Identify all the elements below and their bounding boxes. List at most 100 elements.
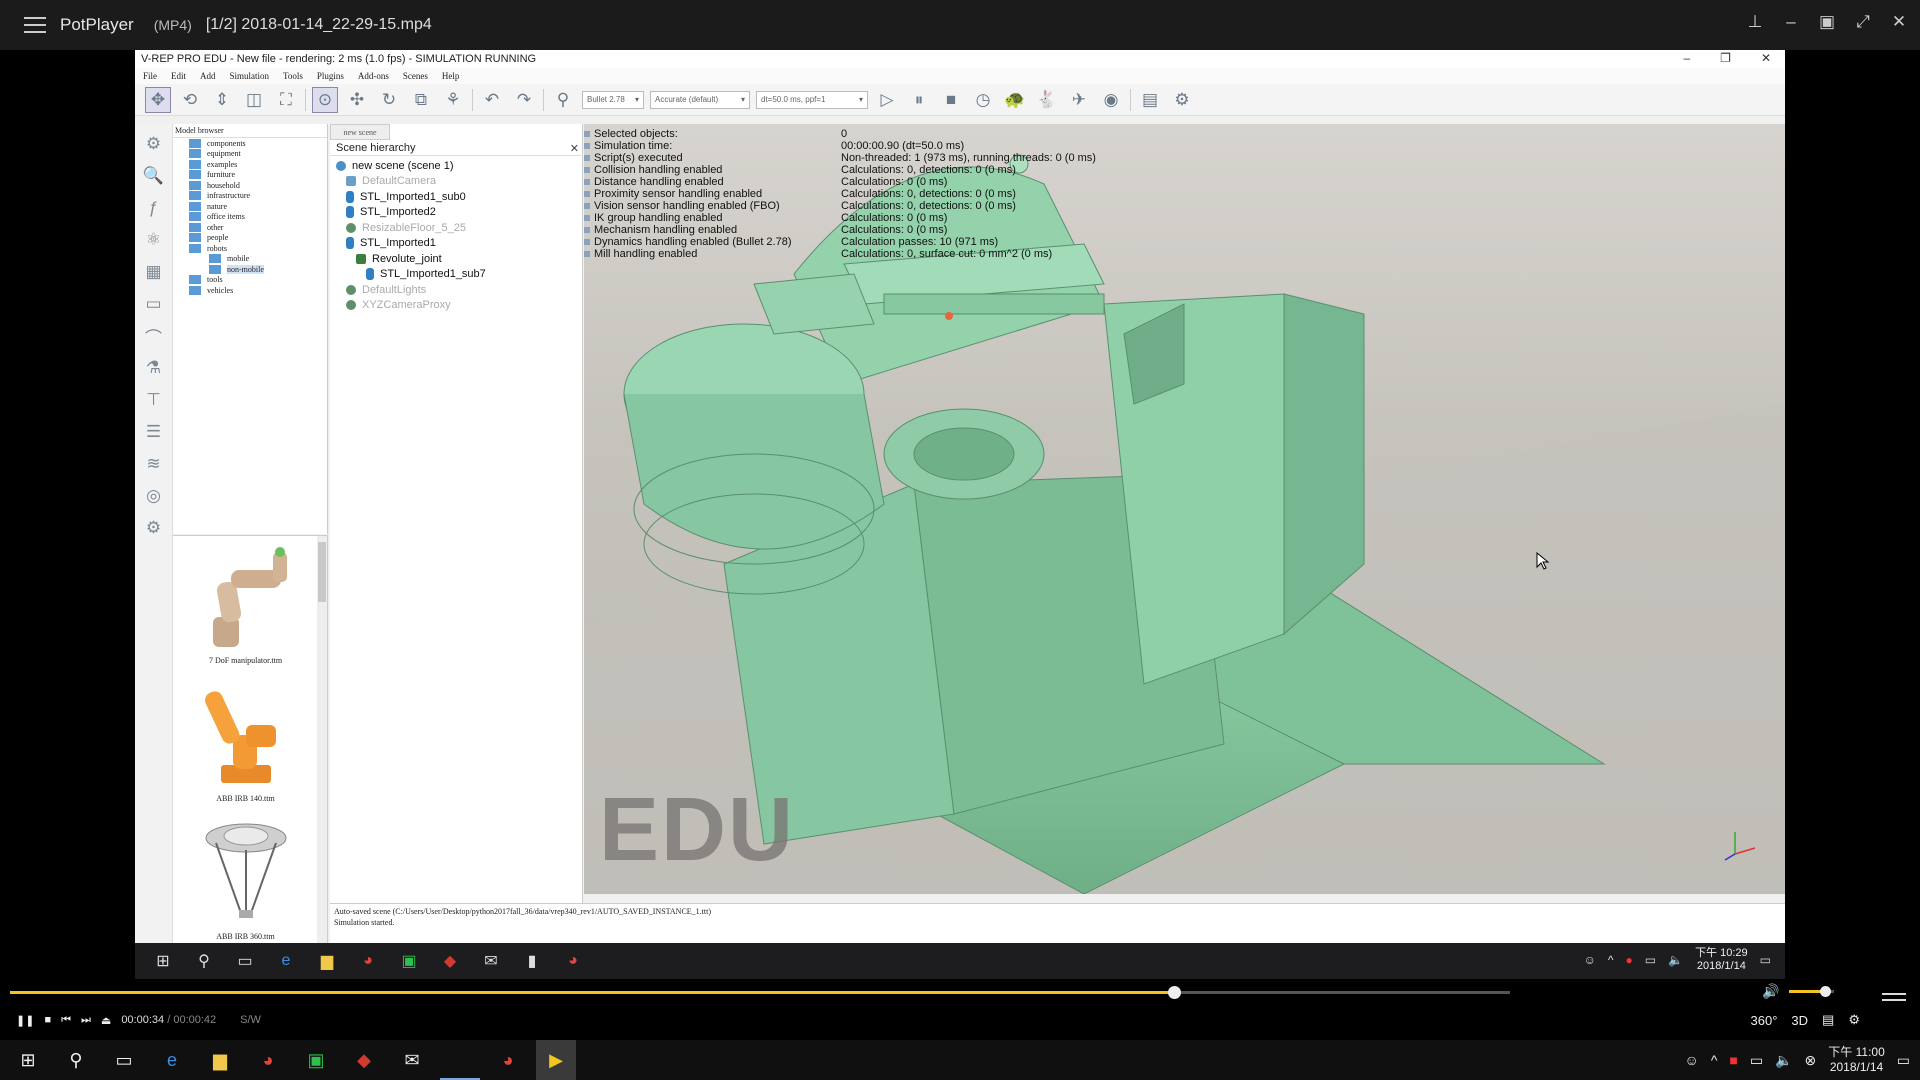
- pin-icon[interactable]: ⊥: [1746, 12, 1764, 32]
- object-shift-icon[interactable]: ✣: [344, 87, 370, 113]
- vrep-restore-icon[interactable]: ❐: [1720, 51, 1731, 65]
- menu-help[interactable]: Help: [442, 71, 460, 81]
- transfer-dna-icon[interactable]: ⚘: [440, 87, 466, 113]
- slow-down-icon[interactable]: 🐢: [1002, 87, 1028, 113]
- app-icon[interactable]: ◆: [344, 1040, 384, 1080]
- shape-edit-icon[interactable]: ⌒: [141, 324, 167, 348]
- redo-icon[interactable]: ↷: [511, 87, 537, 113]
- volume-icon[interactable]: 🔈: [1775, 1052, 1792, 1069]
- chrome-icon[interactable]: ◕: [248, 1040, 288, 1080]
- folder-people[interactable]: people: [173, 233, 327, 244]
- video-recorder-icon[interactable]: ◎: [141, 484, 167, 508]
- path-edit-icon[interactable]: ⚗: [141, 356, 167, 380]
- scene-tree-item[interactable]: DefaultCamera: [330, 174, 583, 190]
- menu-plugins[interactable]: Plugins: [317, 71, 344, 81]
- scene-tree-item[interactable]: ResizableFloor_5_25: [330, 220, 583, 236]
- menu-simulation[interactable]: Simulation: [230, 71, 270, 81]
- collections-icon[interactable]: ▦: [141, 260, 167, 284]
- network-icon[interactable]: ▭: [1750, 1052, 1763, 1069]
- taskbar-clock[interactable]: 下午 11:00 2018/1/14: [1828, 1045, 1884, 1075]
- folder-mobile[interactable]: mobile: [173, 254, 327, 265]
- speaker-icon[interactable]: 🔊: [1762, 983, 1779, 1000]
- chapter-icon[interactable]: ▤: [1822, 1012, 1834, 1028]
- folder-components[interactable]: components: [173, 138, 327, 149]
- thumbs-scrollbar[interactable]: [317, 536, 327, 943]
- blank-app-icon[interactable]: [440, 1040, 480, 1080]
- click-select-icon[interactable]: ⊙: [312, 86, 338, 113]
- scene-tree-item[interactable]: new scene (scene 1): [330, 158, 583, 174]
- folder-nature[interactable]: nature: [173, 201, 327, 212]
- close-icon[interactable]: ✕: [570, 142, 579, 155]
- 3d-viewport[interactable]: Selected objects: Simulation time: Script(…: [584, 124, 1785, 894]
- minimize-icon[interactable]: –: [1782, 12, 1800, 32]
- menu-edit[interactable]: Edit: [171, 71, 186, 81]
- maximize-icon[interactable]: ▣: [1818, 12, 1836, 32]
- model-thumb-abb140[interactable]: ABB IRB 140.ttm: [183, 680, 308, 803]
- engine-select[interactable]: Bullet 2.78 ▾: [582, 90, 644, 109]
- vrep-close-icon[interactable]: ✕: [1761, 51, 1771, 65]
- people-icon[interactable]: ☺: [1685, 1052, 1699, 1068]
- stop-icon[interactable]: ■: [938, 87, 964, 113]
- task-view-icon[interactable]: ▭: [104, 1040, 144, 1080]
- scripts-icon[interactable]: ▭: [141, 292, 167, 316]
- model-thumb-abb360[interactable]: ABB IRB 360.ttm: [183, 818, 308, 941]
- dynamics-icon[interactable]: ⚲: [550, 87, 576, 113]
- menu-file[interactable]: File: [143, 71, 157, 81]
- realtime-icon[interactable]: ◷: [970, 87, 996, 113]
- seek-bar[interactable]: [0, 979, 1920, 1005]
- chrome-icon[interactable]: ◕: [488, 1040, 528, 1080]
- close-icon[interactable]: ✕: [1890, 12, 1908, 32]
- undo-icon[interactable]: ↶: [479, 87, 505, 113]
- stop-icon[interactable]: ■: [44, 1014, 51, 1026]
- settings-gear-icon[interactable]: ⚙: [1848, 1012, 1860, 1028]
- previous-icon[interactable]: ⏮: [61, 1014, 71, 1027]
- user-settings-icon[interactable]: ⚙: [141, 516, 167, 540]
- scene-tree-item[interactable]: Revolute_joint: [330, 251, 583, 267]
- search-icon[interactable]: ⚲: [56, 1040, 96, 1080]
- model-browser-icon[interactable]: ☰: [141, 420, 167, 444]
- fullscreen-icon[interactable]: ⤢: [1854, 12, 1872, 32]
- camera-shift-icon[interactable]: ⇕: [209, 87, 235, 113]
- scene-tree-item[interactable]: STL_Imported1_sub0: [330, 189, 583, 205]
- video-frame[interactable]: V-REP PRO EDU - New file - rendering: 2 …: [135, 50, 1785, 943]
- folder-household[interactable]: household: [173, 180, 327, 191]
- folder-furniture[interactable]: furniture: [173, 170, 327, 181]
- speed-up-icon[interactable]: 🐇: [1034, 87, 1060, 113]
- volume-control[interactable]: 🔊: [1762, 983, 1835, 1000]
- tab-new-scene[interactable]: new scene: [330, 124, 390, 140]
- antivirus-icon[interactable]: ■: [1729, 1052, 1737, 1068]
- fit-view-icon[interactable]: ⛶: [273, 87, 299, 113]
- model-thumb-7dof[interactable]: 7 DoF manipulator.ttm: [183, 542, 308, 665]
- folder-office-items[interactable]: office items: [173, 212, 327, 223]
- chevron-up-icon[interactable]: ^: [1711, 1052, 1718, 1068]
- scene-tree-item[interactable]: DefaultLights: [330, 282, 583, 298]
- line-icon[interactable]: ▣: [296, 1040, 336, 1080]
- camera-pan-icon[interactable]: ✥: [145, 86, 171, 113]
- folder-infrastructure[interactable]: infrastructure: [173, 191, 327, 202]
- layers-icon[interactable]: ≋: [141, 452, 167, 476]
- folder-robots[interactable]: robots: [173, 243, 327, 254]
- search-icon[interactable]: 🔍: [141, 164, 167, 188]
- settings-icon[interactable]: ⚙: [141, 132, 167, 156]
- menu-add[interactable]: Add: [200, 71, 216, 81]
- file-explorer-icon[interactable]: ▆: [200, 1040, 240, 1080]
- scene-tree-item[interactable]: XYZCameraProxy: [330, 298, 583, 314]
- camera-rotate-icon[interactable]: ⟲: [177, 87, 203, 113]
- close-icon[interactable]: ⊗: [1805, 1052, 1817, 1069]
- visualization-icon[interactable]: ◉: [1098, 87, 1124, 113]
- scene-icon[interactable]: ▤: [1137, 87, 1163, 113]
- menu-scenes[interactable]: Scenes: [403, 71, 428, 81]
- potplayer-taskbar-icon[interactable]: ▶: [536, 1040, 576, 1080]
- timestep-select[interactable]: dt=50.0 ms, ppf=1 ▾: [756, 90, 868, 109]
- scene-tree-item[interactable]: STL_Imported1: [330, 236, 583, 252]
- function-icon[interactable]: ƒ: [141, 196, 167, 220]
- folder-examples[interactable]: examples: [173, 159, 327, 170]
- windows-start-icon[interactable]: ⊞: [8, 1040, 48, 1080]
- accuracy-select[interactable]: Accurate (default) ▾: [650, 90, 750, 109]
- play-icon[interactable]: ▷: [874, 87, 900, 113]
- folder-vehicles[interactable]: vehicles: [173, 285, 327, 296]
- seek-knob[interactable]: [1168, 986, 1181, 999]
- object-rotate-icon[interactable]: ↻: [376, 87, 402, 113]
- assemble-icon[interactable]: ⧉: [408, 87, 434, 113]
- vr-360-button[interactable]: 360°: [1751, 1013, 1778, 1028]
